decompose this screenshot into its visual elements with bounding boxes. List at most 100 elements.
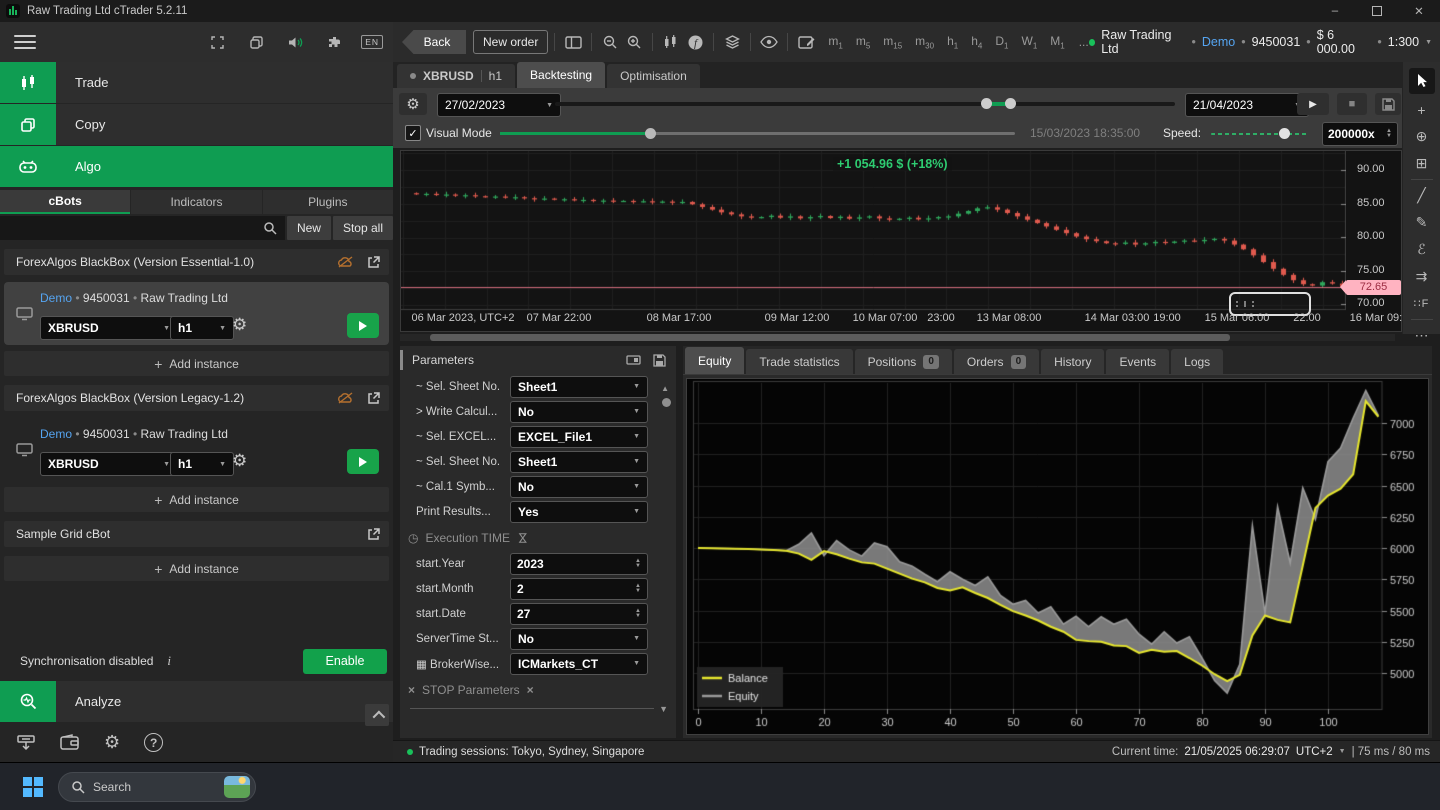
save-parameters-icon[interactable] — [653, 353, 666, 367]
menu-icon[interactable] — [14, 31, 36, 53]
share-icon[interactable] — [366, 527, 381, 541]
trendline-icon[interactable]: ╱ — [1403, 182, 1440, 209]
timezone-selector[interactable]: UTC+2 — [1296, 746, 1333, 758]
results-tab-logs[interactable]: Logs — [1171, 349, 1224, 374]
new-order-button[interactable]: New order — [473, 30, 549, 54]
detach-window-icon[interactable] — [205, 30, 229, 54]
instance-settings-gear-icon[interactable]: ⚙ — [232, 451, 247, 471]
search-highlight-thumbnail[interactable] — [224, 776, 250, 798]
cbot-item[interactable]: ForexAlgos BlackBox (Version Essential-1… — [4, 249, 389, 275]
zo om-in-icon[interactable] — [622, 30, 646, 54]
scrollbar-thumb[interactable] — [662, 398, 671, 407]
account-selector[interactable]: Raw Trading Ltd • Demo • 9450031 • $ 6 000.… — [1088, 28, 1432, 56]
progress-handle[interactable] — [645, 128, 656, 139]
symbol-select[interactable]: XBRUSD ▼ — [40, 316, 178, 340]
sidebar-item-copy[interactable]: Copy — [0, 104, 393, 145]
enable-sync-button[interactable]: Enable — [303, 648, 387, 674]
param-section-execution-time[interactable]: ◷ Execution TIME ⋈ — [400, 524, 676, 551]
sidebar-item-algo[interactable]: Algo — [0, 146, 393, 187]
param-select[interactable]: Yes ▼ — [510, 500, 648, 523]
add-instance-button[interactable]: + Add instance — [4, 556, 389, 581]
back-button[interactable]: Back — [402, 30, 466, 54]
save-backtest-button[interactable] — [1375, 93, 1401, 115]
chart-scrollbar-thumb[interactable] — [430, 334, 1230, 341]
timeframe-m5[interactable]: m5 — [856, 34, 870, 50]
date-to-select[interactable]: 21/04/2023▼ — [1185, 93, 1309, 117]
cbot-item[interactable]: ForexAlgos BlackBox (Version Legacy-1.2) — [4, 385, 389, 411]
results-tab-history[interactable]: History — [1041, 349, 1105, 374]
timeframe-h4[interactable]: h4 — [971, 34, 982, 50]
date-from-select[interactable]: 27/02/2023 ▼ — [437, 93, 561, 117]
cbot-item[interactable]: Sample Grid cBot — [4, 521, 389, 547]
equity-chart[interactable] — [686, 378, 1429, 735]
candlestick-chart[interactable]: +1 054.96 $ (+18%) 72.65 06 Mar 2023, UT… — [400, 150, 1408, 332]
timeframe-W1[interactable]: W1 — [1021, 34, 1037, 50]
wallet-icon[interactable] — [60, 734, 80, 751]
info-icon[interactable]: i — [167, 653, 171, 669]
results-tab-positions[interactable]: Positions 0 — [854, 349, 952, 374]
speed-slider[interactable] — [1211, 133, 1307, 135]
results-tab-orders[interactable]: Orders 0 — [953, 349, 1040, 374]
chart-type-icon[interactable] — [659, 30, 683, 54]
timeframe-D1[interactable]: D1 — [995, 34, 1008, 50]
withdraw-icon[interactable] — [16, 734, 36, 752]
settings-gear-icon[interactable]: ⚙ — [104, 732, 120, 753]
sidebar-item-analyze[interactable]: Analyze — [0, 681, 393, 722]
new-cbot-button[interactable]: New — [286, 216, 331, 240]
cloud-off-icon[interactable] — [337, 255, 354, 269]
more-timeframes-button[interactable]: ... — [1079, 35, 1089, 49]
speed-handle[interactable] — [1279, 128, 1290, 139]
mores-icon[interactable]: ⋯ — [1403, 322, 1440, 349]
timeframe-m1[interactable]: m1 — [828, 34, 842, 50]
speed-stepper[interactable]: 200000x ▲ ▼ — [1322, 122, 1398, 146]
scroll-down-icon[interactable]: ▼ — [659, 704, 668, 714]
play-backtest-button[interactable]: ▶ — [1297, 93, 1329, 115]
share-icon[interactable] — [366, 391, 381, 405]
cbot-instance[interactable]: Demo • 9450031 • Raw Trading Ltd XBRUSD ▼… — [4, 282, 389, 345]
sidebar-item-trade[interactable]: Trade — [0, 62, 393, 103]
tab-cbots[interactable]: cBots — [0, 190, 131, 214]
cbot-search-input[interactable] — [0, 216, 285, 240]
param-stepper[interactable]: 2023 ▲ ▼ — [510, 552, 648, 575]
indicators-icon[interactable]: f — [683, 30, 707, 54]
timeframe-select[interactable]: h1 ▼ — [170, 452, 234, 476]
date-range-slider[interactable] — [555, 102, 1175, 106]
crosshair-square-icon[interactable]: ⊞ — [1403, 150, 1440, 177]
param-select[interactable]: No ▼ — [510, 475, 648, 498]
timeframe-m15[interactable]: m15 — [883, 34, 902, 50]
timeframe-m30[interactable]: m30 — [915, 34, 934, 50]
range-handle-end[interactable] — [1005, 98, 1016, 109]
scroll-up-icon[interactable]: ▲ — [661, 384, 669, 393]
cloud-off-icon[interactable] — [337, 391, 354, 405]
tab-backtesting[interactable]: Backtesting — [517, 62, 606, 88]
crosshair-icon[interactable]: + — [1403, 96, 1440, 123]
chart-scrollbar[interactable] — [400, 334, 1395, 341]
sound-icon[interactable] — [283, 30, 307, 54]
close-button[interactable]: ✕ — [1398, 0, 1440, 22]
share-icon[interactable] — [366, 255, 381, 269]
tab-indicators[interactable]: Indicators — [131, 190, 262, 214]
stop-all-button[interactable]: Stop all — [332, 216, 393, 240]
param-select[interactable]: Sheet1 ▼ — [510, 450, 648, 473]
symbol-select[interactable]: XBRUSD ▼ — [40, 452, 178, 476]
stop-backtest-button[interactable]: ■ — [1337, 93, 1367, 115]
timeframe-h1[interactable]: h1 — [947, 34, 958, 50]
results-tab-trade-statistics[interactable]: Trade statistics — [746, 349, 853, 374]
start-cbot-button[interactable] — [347, 449, 379, 474]
workspaces-icon[interactable] — [244, 30, 268, 54]
param-select[interactable]: EXCEL_File1 ▼ — [510, 425, 648, 448]
crosshair-dot-icon[interactable]: ⊕ — [1403, 123, 1440, 150]
results-tab-events[interactable]: Events — [1106, 349, 1170, 374]
arrows-icon[interactable]: ⇉ — [1403, 263, 1440, 290]
tab-plugins[interactable]: Plugins — [262, 190, 393, 214]
results-tab-equity[interactable]: Equity — [685, 347, 745, 374]
plugin-icon[interactable] — [322, 30, 346, 54]
param-select[interactable]: No ▼ — [510, 400, 648, 423]
range-handle-start[interactable] — [981, 98, 992, 109]
instance-account-type[interactable]: Demo — [40, 427, 72, 441]
elliott-wave-icon[interactable]: ℰ — [1403, 236, 1440, 263]
visual-mode-checkbox[interactable]: ✓ — [405, 125, 421, 141]
instance-settings-gear-icon[interactable]: ⚙ — [232, 315, 247, 335]
start-button[interactable] — [22, 776, 44, 798]
timeframe-select[interactable]: h1 ▼ — [170, 316, 234, 340]
